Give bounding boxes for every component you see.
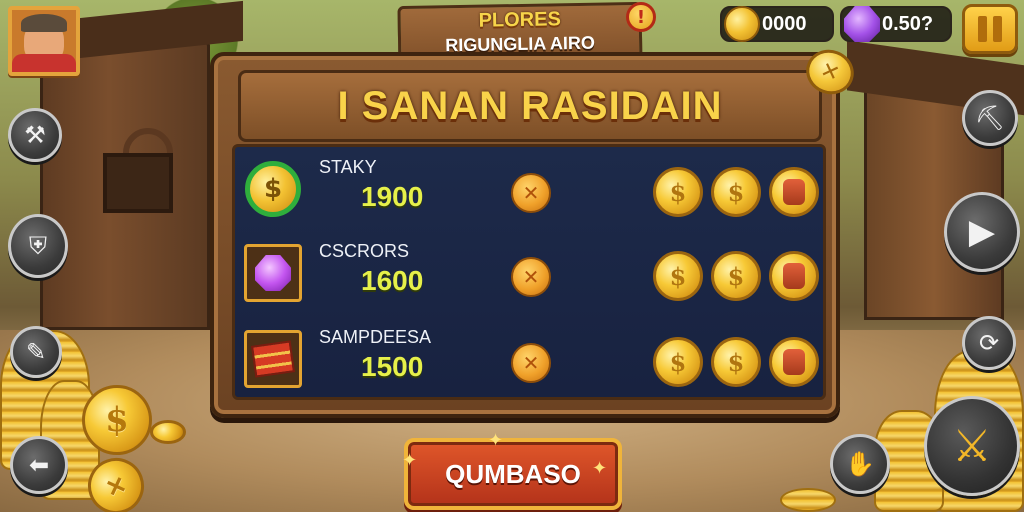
- close-icon: ✕: [522, 351, 540, 375]
- dollar-coin-icon: $: [711, 167, 761, 217]
- tool-button[interactable]: ⛏: [962, 90, 1018, 146]
- buy-button-label: QUMBASO: [445, 458, 581, 489]
- dollar-coin-icon: $: [653, 337, 703, 387]
- sparkle-icon: ✦: [488, 430, 504, 451]
- shield-button[interactable]: ⛨: [8, 214, 68, 278]
- sparkle-icon: ✦: [402, 450, 418, 471]
- dollar-coin-icon: $: [711, 251, 761, 301]
- flat-coin-icon: [150, 420, 186, 444]
- sparkle-icon: ✦: [592, 458, 608, 479]
- remove-offer-button[interactable]: ✕: [511, 343, 551, 383]
- hammer-tool-button[interactable]: ⚒: [8, 108, 62, 162]
- shield-icon: ⛨: [29, 232, 47, 260]
- avatar-shirt: [12, 54, 76, 72]
- offer-label: CSCRORS: [319, 241, 410, 261]
- reward-character-icon: [769, 251, 819, 301]
- purple-gem-icon: [244, 244, 302, 302]
- offer-icon-slot: $: [243, 159, 303, 219]
- alert-icon[interactable]: !: [626, 2, 656, 32]
- green-coin-icon: $: [245, 161, 301, 217]
- large-dollar-coin-icon: $: [82, 385, 152, 455]
- house-window: [103, 153, 173, 213]
- offer-row[interactable]: SAMPDEESA 1500 ✕ $ $: [235, 317, 823, 401]
- panel-title: I SANAN RASIDAIN SODOGN: [238, 70, 822, 194]
- reward-character-icon: [769, 167, 819, 217]
- remove-offer-button[interactable]: ✕: [511, 257, 551, 297]
- back-button[interactable]: ⬅: [10, 436, 68, 494]
- offer-icon-slot: [243, 329, 303, 389]
- wrench-icon: ✎: [25, 338, 47, 366]
- crafting-button[interactable]: ⚔: [924, 396, 1020, 496]
- arrow-left-icon: ⬅: [28, 451, 50, 479]
- dollar-coin-icon: $: [711, 337, 761, 387]
- remove-offer-button[interactable]: ✕: [511, 173, 551, 213]
- coin-balance: 0000: [720, 6, 834, 42]
- red-book-icon: [244, 330, 302, 388]
- offer-icon-slot: [243, 243, 303, 303]
- refresh-button[interactable]: ⟳: [962, 316, 1016, 370]
- shop-panel: I SANAN RASIDAIN SODOGN ✕ $ STAKY 1900 ✕…: [210, 43, 861, 418]
- offer-price: 1900: [361, 181, 424, 212]
- gem-balance: 0.50?: [840, 6, 952, 42]
- hammer-icon: ⚒: [24, 121, 46, 149]
- offer-row[interactable]: CSCRORS 1600 ✕ $ $: [235, 231, 823, 315]
- offer-price: 1600: [361, 265, 424, 296]
- offer-row[interactable]: $ STAKY 1900 ✕ $ $: [235, 147, 823, 231]
- pickaxe-icon: ⛏: [974, 104, 1006, 132]
- play-icon: ▶: [968, 212, 996, 252]
- build-button[interactable]: ✎: [10, 326, 62, 378]
- purple-gem-icon: [844, 6, 880, 42]
- pause-bar-icon: [978, 16, 987, 42]
- header-title: PLORES: [478, 8, 562, 32]
- reward-character-icon: [769, 337, 819, 387]
- dollar-coin-icon: $: [653, 251, 703, 301]
- pause-button[interactable]: [962, 4, 1018, 54]
- left-wooden-house: [40, 40, 210, 330]
- offer-list: $ STAKY 1900 ✕ $ $ CSCRORS 1600 ✕ $ $ SA…: [232, 144, 826, 400]
- offer-label: SAMPDEESA: [319, 327, 432, 347]
- buy-button[interactable]: QUMBASO: [404, 438, 622, 510]
- refresh-icon: ⟳: [978, 329, 1000, 357]
- gold-coin-icon: [724, 6, 760, 42]
- offer-price: 1500: [361, 351, 424, 382]
- hand-icon: ✋: [845, 450, 875, 478]
- close-icon: ✕: [522, 265, 540, 289]
- player-avatar[interactable]: [8, 6, 80, 76]
- hand-button[interactable]: ✋: [830, 434, 890, 494]
- dollar-coin-icon: $: [653, 167, 703, 217]
- pause-bar-icon: [993, 16, 1002, 42]
- close-icon: ✕: [522, 181, 540, 205]
- loose-coin: [780, 488, 836, 512]
- crossed-tools-icon: ⚔: [952, 420, 992, 472]
- offer-label: STAKY: [319, 157, 377, 177]
- play-button[interactable]: ▶: [944, 192, 1020, 272]
